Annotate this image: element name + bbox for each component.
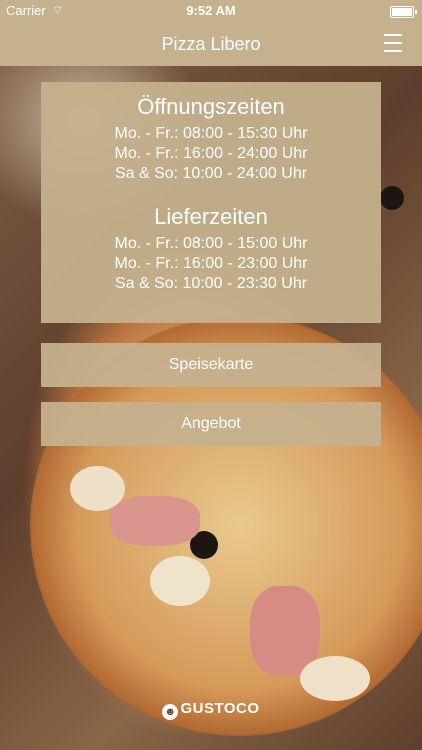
menu-card-button[interactable]: Speisekarte — [41, 343, 381, 387]
delivery-hours-title: Lieferzeiten — [154, 204, 268, 229]
navigation-bar: Pizza Libero — [0, 22, 422, 66]
hours-panel: Öffnungszeiten Mo. - Fr.: 08:00 - 15:30 … — [41, 82, 381, 323]
page-title: Pizza Libero — [161, 34, 261, 54]
gustoco-logo-icon: ☻ — [162, 704, 179, 720]
offer-button[interactable]: Angebot — [41, 402, 381, 446]
brand-name: GUSTOCO — [180, 700, 260, 717]
olive — [380, 186, 404, 210]
opening-hours-line: Mo. - Fr.: 16:00 - 24:00 Uhr — [114, 145, 308, 162]
hamburger-menu-icon[interactable] — [384, 34, 402, 52]
delivery-hours-line: Sa & So: 10:00 - 23:30 Uhr — [114, 275, 308, 292]
mushroom — [70, 466, 125, 511]
brand-logo: ☻ GUSTOCO — [0, 700, 422, 720]
opening-hours-line: Mo. - Fr.: 08:00 - 15:30 Uhr — [114, 125, 308, 142]
opening-hours-line: Sa & So: 10:00 - 24:00 Uhr — [114, 165, 308, 182]
delivery-hours-line: Mo. - Fr.: 16:00 - 23:00 Uhr — [114, 255, 308, 272]
mushroom — [150, 556, 210, 606]
status-bar: Carrier ⌔ 9:52 AM — [0, 0, 422, 22]
mushroom — [300, 656, 370, 701]
opening-hours-title: Öffnungszeiten — [137, 94, 285, 119]
delivery-hours-line: Mo. - Fr.: 08:00 - 15:00 Uhr — [114, 235, 308, 252]
clock: 9:52 AM — [186, 3, 236, 18]
ham-slice — [110, 496, 200, 546]
battery-icon — [390, 6, 417, 18]
